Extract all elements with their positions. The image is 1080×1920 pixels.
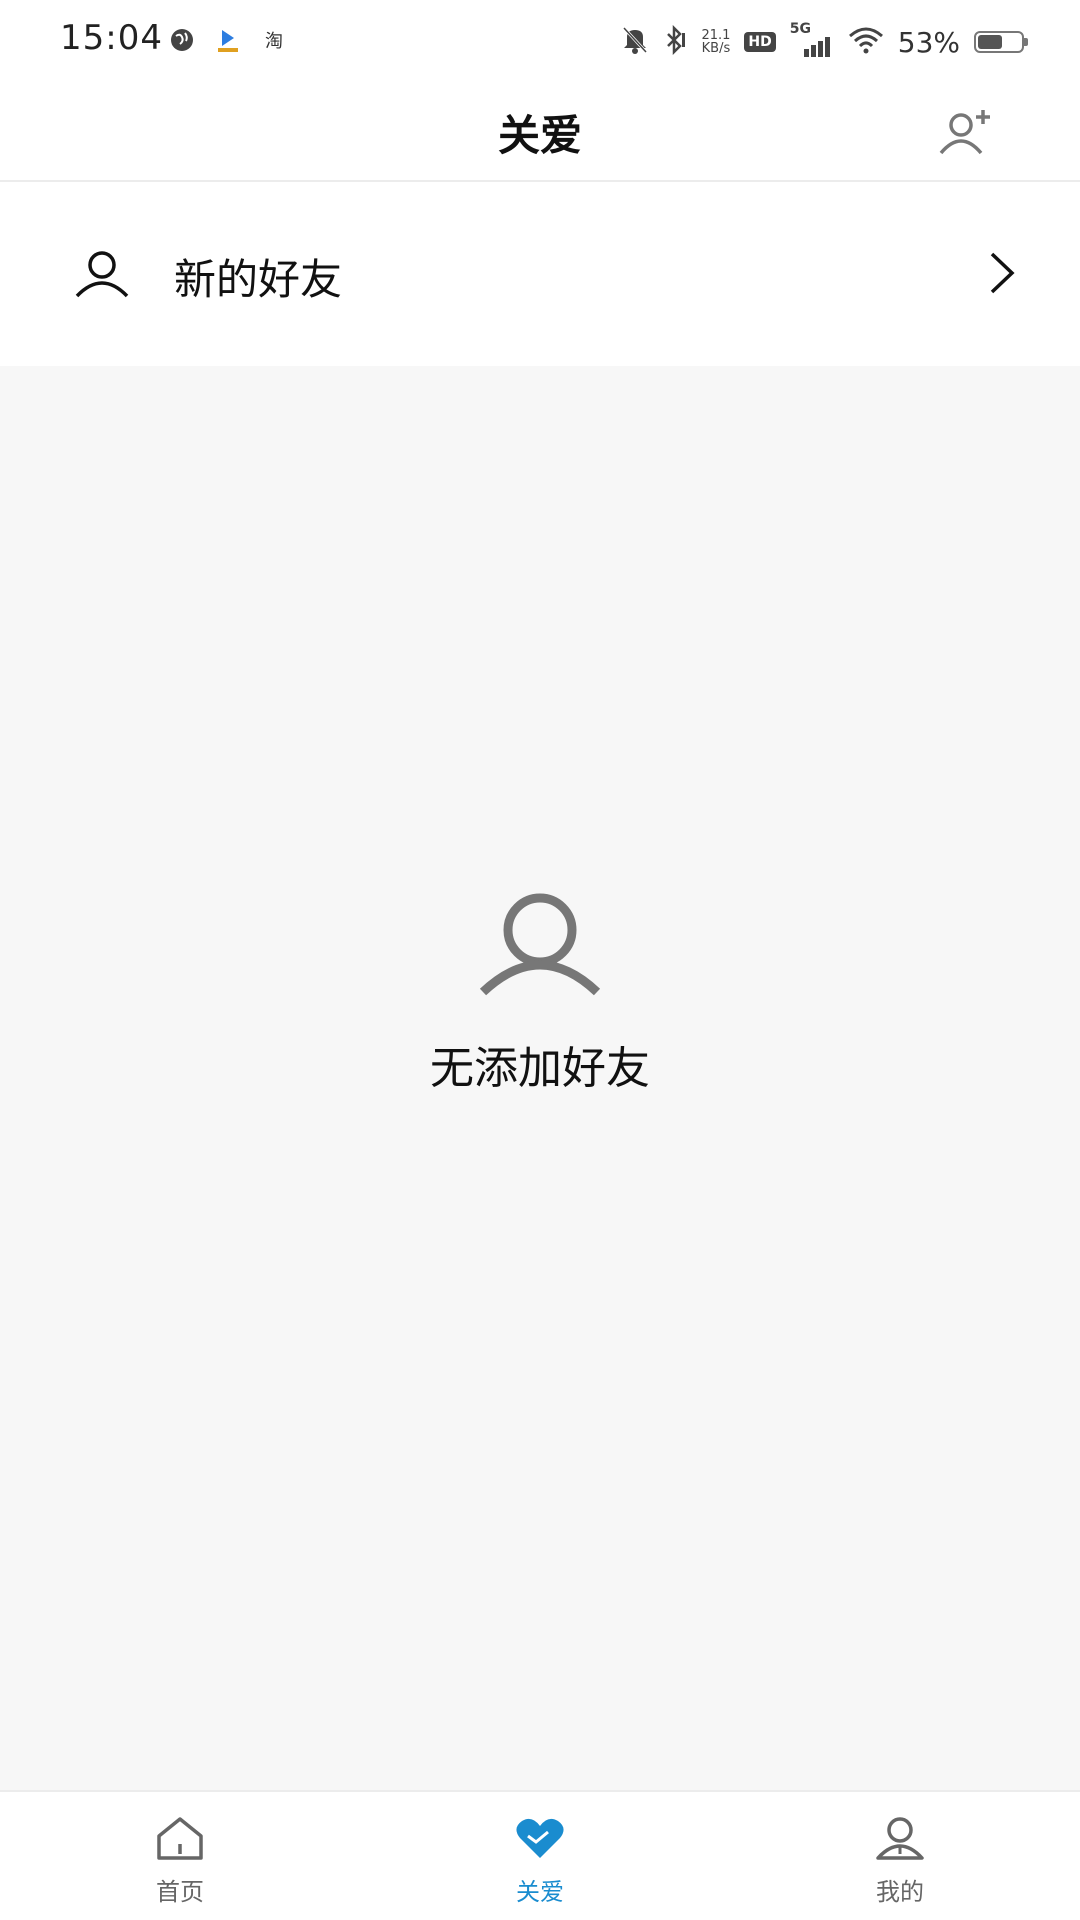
net-speed-unit: KB/s: [701, 41, 731, 56]
wifi-icon: [848, 26, 884, 58]
network-label: 5G: [789, 21, 811, 37]
empty-state: 无添加好友: [0, 890, 1080, 1096]
nav-item-home[interactable]: 首页: [0, 1792, 360, 1920]
new-friends-label: 新的好友: [174, 255, 343, 304]
globe-icon: [168, 26, 196, 54]
battery-icon: [974, 31, 1028, 53]
battery-percent: 53%: [897, 25, 960, 59]
bottom-nav: 首页 关爱 我的: [0, 1790, 1080, 1920]
page-title: 关爱: [497, 111, 582, 160]
status-left-icons: 淘: [168, 26, 288, 54]
video-app-icon: [214, 26, 242, 54]
header: 关爱: [0, 84, 1080, 182]
empty-user-icon: [479, 893, 601, 996]
profile-icon: [876, 1817, 924, 1860]
nav-item-profile[interactable]: 我的: [720, 1792, 1080, 1920]
user-icon: [75, 251, 129, 298]
bluetooth-icon: [663, 24, 687, 59]
taobao-icon: 淘: [265, 31, 283, 52]
add-friend-button[interactable]: [936, 102, 996, 162]
screen: 15:04 淘 21.1 KB/s HD 5G 53% 关爱 新的好友 无添加好…: [0, 0, 1080, 1920]
new-friends-row[interactable]: 新的好友: [0, 182, 1080, 366]
hd-badge: HD: [744, 32, 776, 52]
battery-fill: [978, 35, 1002, 49]
chevron-right-icon: [990, 252, 1015, 294]
nav-label-profile: 我的: [876, 1878, 924, 1906]
signal-icon: 5G: [790, 21, 834, 57]
net-speed: 21.1 KB/s: [701, 29, 730, 55]
status-bar: 15:04 淘 21.1 KB/s HD 5G 53%: [0, 0, 1080, 84]
add-user-icon: [939, 110, 990, 155]
heart-icon: [516, 1818, 564, 1858]
nav-item-care[interactable]: 关爱: [360, 1792, 720, 1920]
status-time: 15:04: [60, 18, 163, 58]
home-icon: [157, 1817, 203, 1860]
status-right: 21.1 KB/s HD 5G 53%: [621, 21, 1028, 60]
empty-state-message: 无添加好友: [430, 1043, 650, 1094]
nav-label-home: 首页: [156, 1878, 204, 1906]
mute-bell-icon: [621, 25, 649, 59]
battery-tip: [1024, 38, 1028, 46]
nav-label-care: 关爱: [516, 1878, 564, 1906]
